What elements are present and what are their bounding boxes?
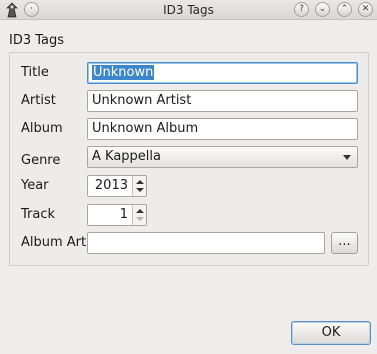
ok-button[interactable]: OK [291,321,371,345]
increment-icon[interactable] [136,180,144,184]
track-label: Track [21,207,56,222]
close-icon: ✕ [361,4,370,14]
track-value: 1 [119,207,128,222]
album-field[interactable]: Unknown Album [87,118,358,140]
group-title: ID3 Tags [9,33,65,48]
year-stepper[interactable] [132,176,146,196]
chevron-down-icon [343,155,351,160]
id3-tags-dialog: · ID3 Tags ? ⌄ ⌃ ✕ ID3 Tags Title Unknow… [0,0,377,354]
year-value: 2013 [94,178,128,193]
increment-icon[interactable] [136,209,144,213]
year-label: Year [21,178,49,193]
minimize-button[interactable]: ⌄ [315,2,330,17]
artist-value: Unknown Artist [92,93,192,108]
maximize-button[interactable]: ⌃ [337,2,352,17]
album-art-field[interactable] [87,232,325,254]
title-value: Unknown [92,65,155,80]
decrement-icon[interactable] [136,188,144,192]
title-label: Title [21,65,49,80]
track-spinbox[interactable]: 1 [87,204,147,226]
title-bar[interactable]: · ID3 Tags ? ⌄ ⌃ ✕ [0,0,377,20]
artist-field[interactable]: Unknown Artist [87,90,358,112]
help-icon: ? [299,4,304,14]
album-label: Album [21,121,63,136]
genre-select[interactable]: A Kappella [87,146,358,168]
year-spinbox[interactable]: 2013 [87,175,147,197]
browse-button[interactable]: ... [331,232,358,254]
help-button[interactable]: ? [294,2,309,17]
artist-label: Artist [21,93,56,108]
genre-label: Genre [21,153,61,168]
chevron-down-icon: ⌄ [318,4,327,14]
browse-label: ... [338,234,351,249]
album-art-label: Album Art [21,235,87,250]
decrement-icon [136,217,144,221]
genre-value: A Kappella [92,149,161,164]
close-button[interactable]: ✕ [358,2,373,17]
chevron-up-icon: ⌃ [340,4,349,14]
ok-label: OK [321,325,341,340]
title-field[interactable]: Unknown [87,62,358,84]
album-value: Unknown Album [92,121,199,136]
track-stepper[interactable] [132,205,146,225]
